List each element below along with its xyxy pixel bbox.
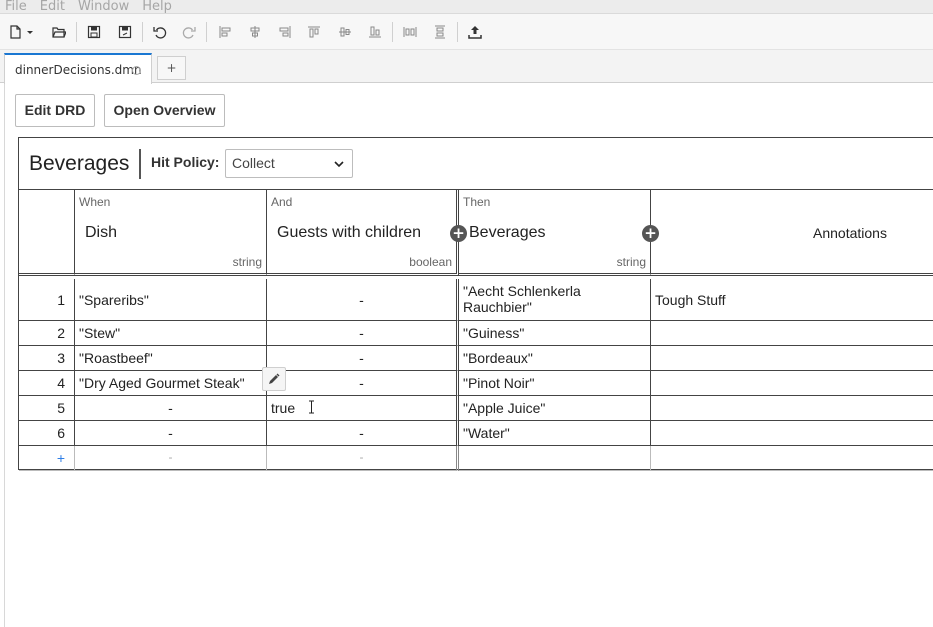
distribute-horizontal-icon xyxy=(401,23,419,41)
editor-content: Edit DRD Open Overview Beverages Hit Pol… xyxy=(4,84,933,627)
add-rule-placeholder[interactable]: - xyxy=(75,446,267,471)
rule-cell-beverage[interactable]: "Aecht Schlenkerla Rauchbier" xyxy=(459,279,651,321)
add-output-clause-button[interactable]: + xyxy=(642,225,659,242)
hit-policy-label: Hit Policy: xyxy=(151,154,220,170)
row-number[interactable]: 5 xyxy=(19,396,75,421)
output-clause: Then xyxy=(463,195,491,209)
align-middle-icon xyxy=(336,23,354,41)
row-number[interactable]: 4 xyxy=(19,371,75,396)
row-number[interactable]: 6 xyxy=(19,421,75,446)
menu-bar: File Edit Window Help xyxy=(0,0,933,14)
input-clause: When xyxy=(79,195,111,209)
align-top-icon xyxy=(305,23,323,41)
rule-cell-annotation[interactable] xyxy=(651,346,933,371)
tab-label: dinnerDecisions.dmn xyxy=(15,63,142,77)
rule-cell-guests[interactable]: - xyxy=(267,371,459,396)
row-number[interactable]: 3 xyxy=(19,346,75,371)
tab-dinner-decisions[interactable]: dinnerDecisions.dmn xyxy=(4,53,152,84)
rule-cell-beverage[interactable]: "Guiness" xyxy=(459,321,651,346)
annotations-label: Annotations xyxy=(813,225,887,241)
menu-edit[interactable]: Edit xyxy=(40,0,65,13)
menu-window[interactable]: Window xyxy=(78,0,129,13)
input-type: boolean xyxy=(409,255,452,269)
tab-bar: dinnerDecisions.dmn + xyxy=(0,50,933,84)
dropdown-caret-icon[interactable] xyxy=(25,23,35,41)
add-rule-placeholder[interactable] xyxy=(459,446,651,471)
rule-cell-beverage[interactable]: "Water" xyxy=(459,421,651,446)
rule-cell-dish[interactable]: - xyxy=(75,421,267,446)
add-tab-button[interactable]: + xyxy=(157,56,186,80)
rule-cell-beverage[interactable]: "Pinot Noir" xyxy=(459,371,651,396)
text-cursor-icon xyxy=(309,400,314,414)
unsaved-indicator-icon xyxy=(132,66,141,75)
rule-cell-beverage[interactable]: "Bordeaux" xyxy=(459,346,651,371)
rule-cell-annotation[interactable] xyxy=(651,371,933,396)
toolbar xyxy=(0,14,933,50)
edit-expression-button[interactable] xyxy=(262,367,286,391)
menu-help[interactable]: Help xyxy=(142,0,172,13)
align-center-icon xyxy=(246,23,264,41)
decision-name[interactable]: Beverages xyxy=(29,152,129,176)
rule-cell-dish[interactable]: "Stew" xyxy=(75,321,267,346)
rule-cell-guests[interactable]: - xyxy=(267,421,459,446)
input-label: Dish xyxy=(85,224,118,241)
rule-cell-beverage[interactable]: "Apple Juice" xyxy=(459,396,651,421)
add-rule-placeholder[interactable]: - xyxy=(267,446,459,471)
rule-cell-annotation[interactable] xyxy=(651,396,933,421)
rule-cell-guests[interactable]: true xyxy=(267,396,459,421)
open-overview-button[interactable]: Open Overview xyxy=(104,94,225,127)
input-header-guests[interactable]: And Guests with children boolean xyxy=(267,190,459,276)
save-icon[interactable] xyxy=(85,23,103,41)
open-folder-icon[interactable] xyxy=(50,23,68,41)
hit-policy-select[interactable]: Collect xyxy=(225,149,353,178)
chevron-down-icon xyxy=(334,161,344,168)
add-rule-placeholder[interactable] xyxy=(651,446,933,471)
output-label: Beverages xyxy=(469,224,546,241)
rule-cell-annotation[interactable]: Tough Stuff xyxy=(651,279,933,321)
rule-cell-annotation[interactable] xyxy=(651,321,933,346)
input-type: string xyxy=(232,255,262,269)
align-bottom-icon xyxy=(366,23,384,41)
decision-table-header: Beverages Hit Policy: Collect xyxy=(19,138,933,190)
input-header-dish[interactable]: When Dish string xyxy=(75,190,267,276)
rule-cell-guests[interactable]: - xyxy=(267,321,459,346)
new-file-icon[interactable] xyxy=(6,23,24,41)
add-rule-button[interactable]: + xyxy=(19,446,75,471)
hit-policy-value: Collect xyxy=(232,155,275,171)
export-icon[interactable] xyxy=(466,23,484,41)
rule-cell-guests[interactable]: - xyxy=(267,346,459,371)
align-left-icon xyxy=(216,23,234,41)
undo-icon[interactable] xyxy=(151,23,169,41)
decision-table: Beverages Hit Policy: Collect When Dish … xyxy=(18,137,933,471)
rule-cell-dish[interactable]: "Roastbeef" xyxy=(75,346,267,371)
output-type: string xyxy=(616,255,646,269)
row-number-header xyxy=(19,190,75,276)
edit-drd-button[interactable]: Edit DRD xyxy=(15,94,95,127)
save-as-icon[interactable] xyxy=(116,23,134,41)
rule-cell-dish[interactable]: "Spareribs" xyxy=(75,279,267,321)
rule-cell-annotation[interactable] xyxy=(651,421,933,446)
rule-cell-guests[interactable]: - xyxy=(267,279,459,321)
row-number[interactable]: 1 xyxy=(19,279,75,321)
menu-file[interactable]: File xyxy=(5,0,27,13)
pencil-icon xyxy=(269,373,280,384)
add-input-clause-button[interactable]: + xyxy=(450,225,467,242)
annotations-header: Annotations xyxy=(651,190,933,276)
rule-cell-dish[interactable]: - xyxy=(75,396,267,421)
distribute-vertical-icon xyxy=(431,23,449,41)
row-number[interactable]: 2 xyxy=(19,321,75,346)
rule-cell-dish[interactable]: "Dry Aged Gourmet Steak" xyxy=(75,371,267,396)
output-header-beverages[interactable]: Then Beverages string xyxy=(459,190,651,276)
input-clause: And xyxy=(271,195,293,209)
input-label: Guests with children xyxy=(277,224,422,241)
align-right-icon xyxy=(276,23,294,41)
redo-icon xyxy=(180,23,198,41)
